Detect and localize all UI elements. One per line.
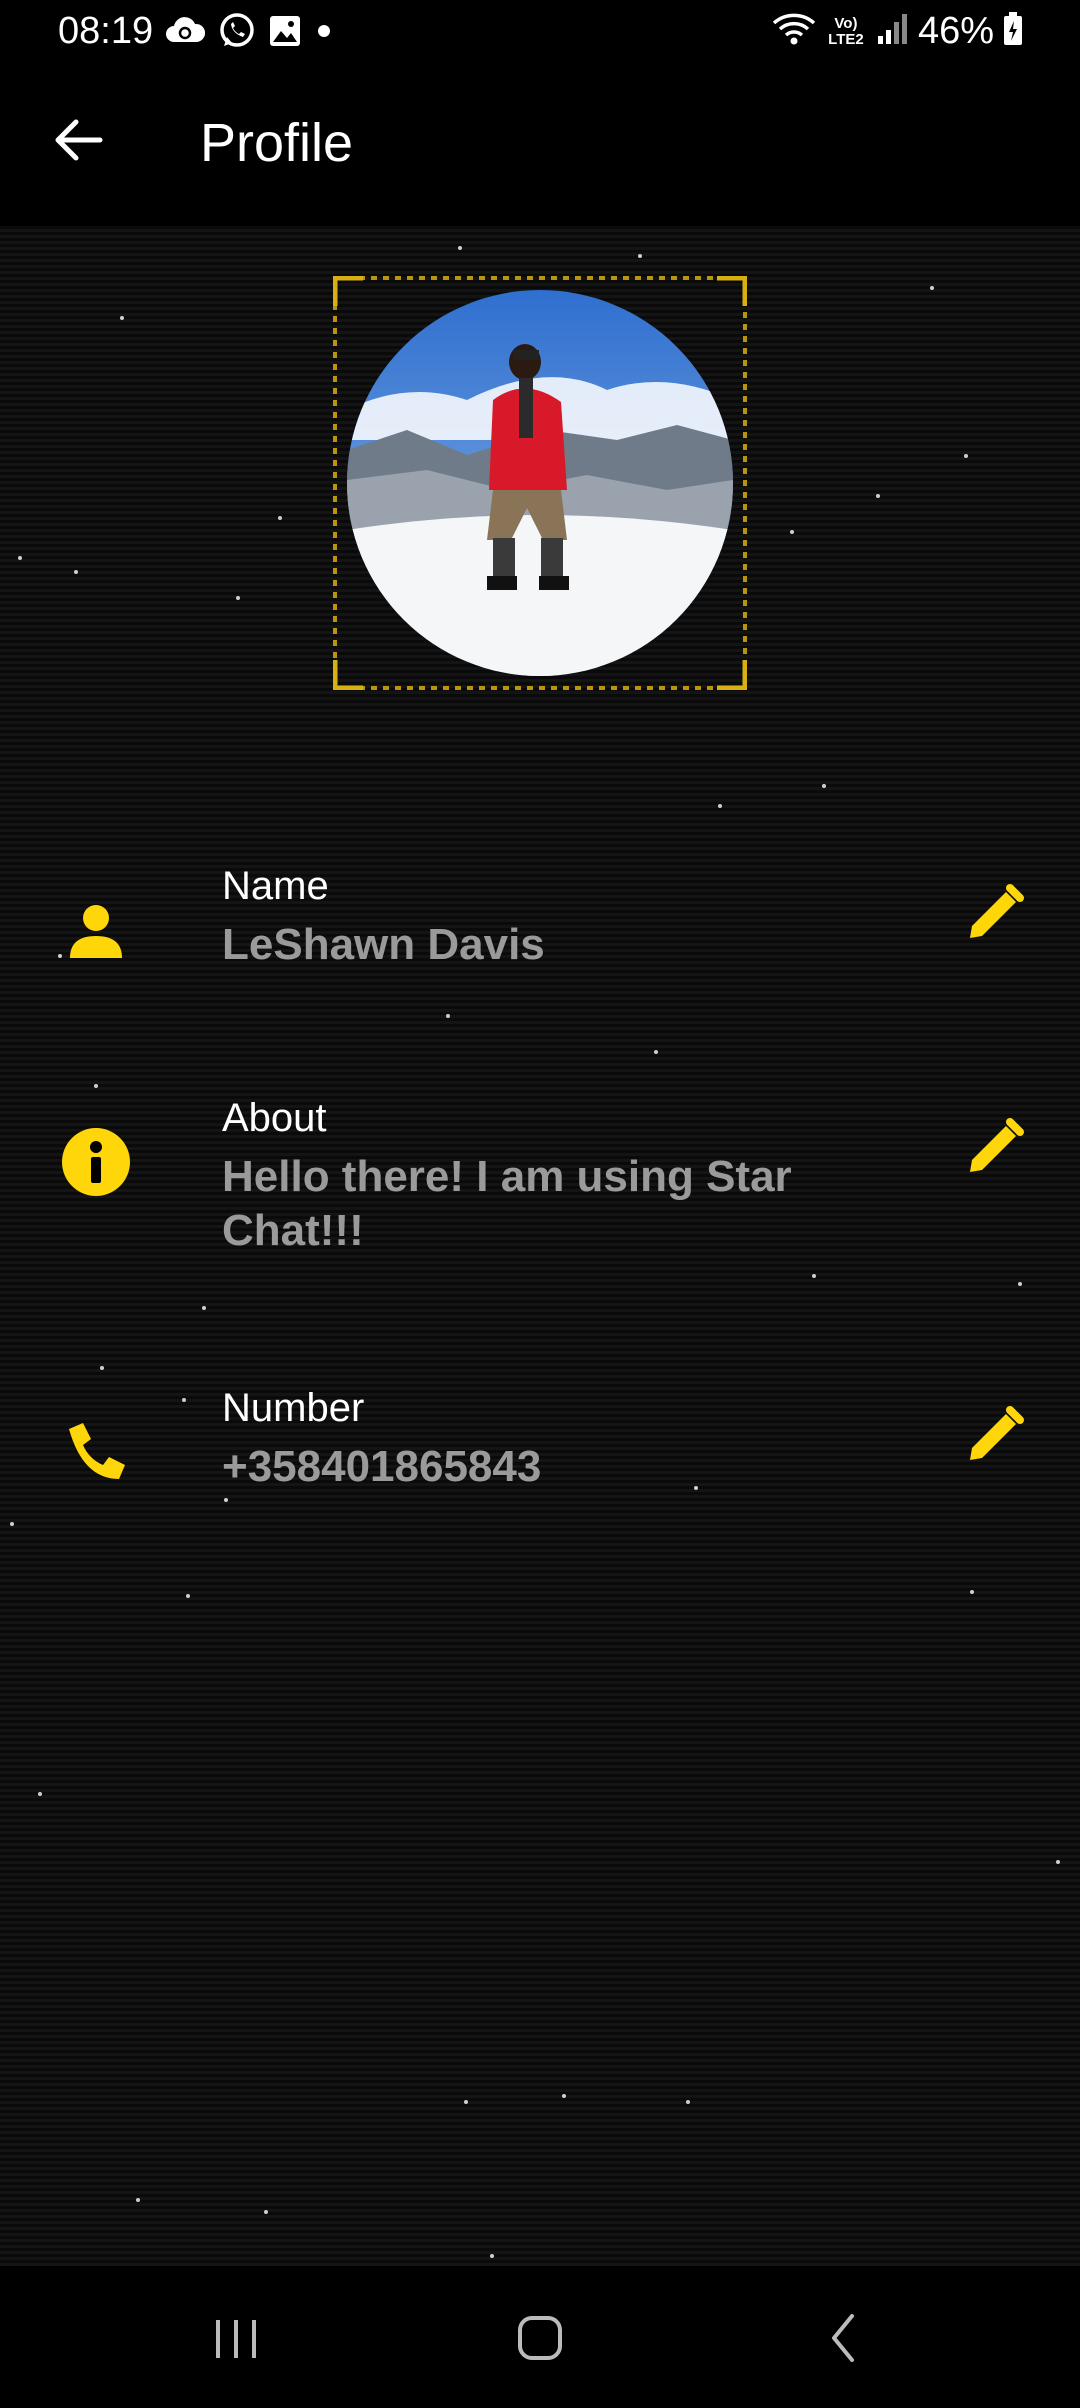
pencil-icon <box>970 1118 1024 1172</box>
profile-photo[interactable] <box>333 276 747 690</box>
edit-about-button[interactable] <box>962 1116 1026 1180</box>
wifi-icon <box>772 11 816 52</box>
back-icon <box>832 2314 854 2362</box>
image-icon <box>268 14 302 53</box>
about-value: Hello there! I am using Star Chat!!! <box>222 1152 792 1255</box>
phone-icon <box>58 1414 134 1490</box>
page-title: Profile <box>200 113 354 173</box>
edit-name-button[interactable] <box>962 882 1026 946</box>
app-bar: Profile <box>0 66 1080 226</box>
number-row: Number +358401865843 <box>0 1382 1080 1512</box>
status-time: 08:19 <box>58 10 154 52</box>
person-icon <box>58 892 134 968</box>
pencil-icon <box>970 884 1024 938</box>
signal-icon <box>876 12 910 51</box>
recents-icon <box>216 2320 256 2358</box>
edit-number-button[interactable] <box>962 1404 1026 1468</box>
home-icon <box>518 2316 562 2360</box>
status-bar: 08:19 Vo) LTE2 46% <box>0 0 1080 66</box>
battery-icon <box>1002 11 1024 52</box>
navigation-bar <box>0 2266 1080 2408</box>
dot-icon <box>314 21 334 46</box>
number-value: +358401865843 <box>222 1442 542 1491</box>
name-label: Name <box>222 864 329 908</box>
cloud-sync-icon <box>164 16 206 51</box>
name-row: Name LeShawn Davis <box>0 860 1080 990</box>
recents-button[interactable] <box>196 2306 276 2370</box>
back-button[interactable] <box>48 110 108 170</box>
system-icons: Vo) LTE2 46% <box>772 10 1024 53</box>
whatsapp-icon <box>218 12 256 55</box>
system-back-button[interactable] <box>804 2306 884 2370</box>
notification-icons <box>164 12 334 55</box>
profile-screen: 08:19 Vo) LTE2 46% Profile Name LeShawn … <box>0 0 1080 2408</box>
about-label: About <box>222 1096 327 1140</box>
avatar <box>347 290 733 676</box>
pencil-icon <box>970 1406 1024 1460</box>
info-icon <box>58 1124 134 1200</box>
number-label: Number <box>222 1386 365 1430</box>
arrow-left-icon <box>55 119 103 161</box>
battery-percent: 46% <box>917 10 994 52</box>
name-value: LeShawn Davis <box>222 920 545 969</box>
about-row: About Hello there! I am using Star Chat!… <box>0 1094 1080 1264</box>
lte-icon: Vo) LTE2 <box>828 14 864 48</box>
home-button[interactable] <box>500 2306 580 2370</box>
